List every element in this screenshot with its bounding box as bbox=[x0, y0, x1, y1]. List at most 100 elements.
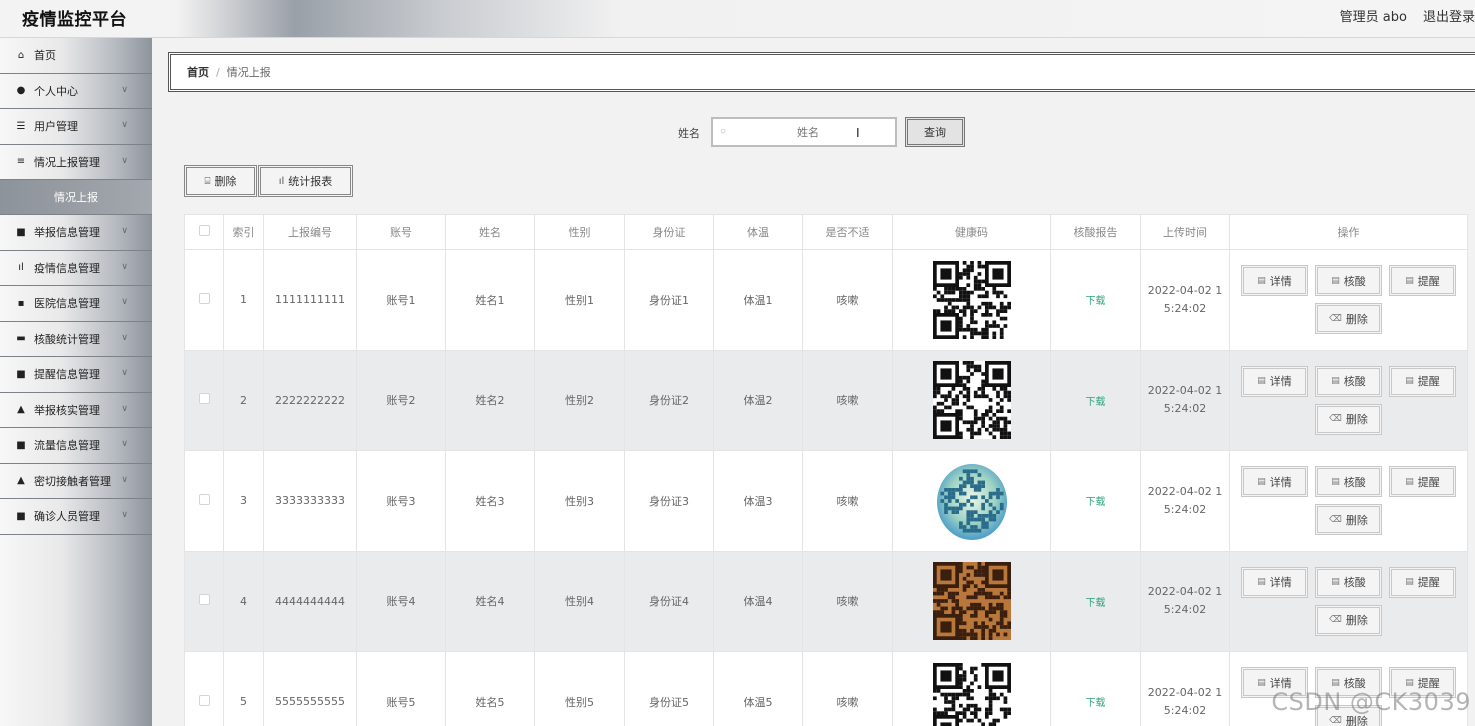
upload-time-cell: 2022-04-02 1 5:24:02 bbox=[1140, 349, 1230, 451]
sidebar-subitem-active[interactable]: 情况上报 bbox=[0, 180, 152, 215]
search-input[interactable] bbox=[733, 123, 883, 141]
chevron-down-icon: ∨ bbox=[121, 155, 128, 166]
row-checkbox[interactable] bbox=[198, 493, 210, 505]
column-header: 体温 bbox=[713, 214, 803, 250]
current-user[interactable]: 管理员 abo bbox=[1340, 10, 1407, 25]
nucleic-button[interactable]: ▤ 核酸 bbox=[1315, 265, 1382, 297]
sidebar-item[interactable]: ● 个人中心 ∨ bbox=[0, 74, 152, 109]
home-icon: ⌂ bbox=[17, 49, 25, 61]
column-header: 姓名 bbox=[445, 214, 535, 250]
remind-button-label: 提醒 bbox=[1417, 576, 1440, 590]
top-right-menu: 管理员 abo 退出登录 bbox=[1324, 6, 1475, 25]
row-checkbox[interactable] bbox=[198, 694, 210, 706]
detail-button[interactable]: ▤ 详情 bbox=[1241, 566, 1308, 598]
doc-icon: ▤ bbox=[1331, 677, 1340, 688]
chevron-down-icon: ∨ bbox=[121, 368, 128, 378]
row-checkbox[interactable] bbox=[198, 594, 210, 606]
header-select-all[interactable] bbox=[184, 214, 224, 250]
sidebar-item[interactable]: ■ 提醒信息管理 ∨ bbox=[0, 357, 152, 393]
sidebar-item[interactable]: ▪ 医院信息管理 ∨ bbox=[0, 286, 152, 322]
breadcrumb-home[interactable]: 首页 bbox=[187, 64, 209, 80]
breadcrumb-separator: / bbox=[216, 65, 220, 79]
logout-link[interactable]: 退出登录 bbox=[1423, 10, 1475, 25]
chevron-down-icon: ∨ bbox=[121, 84, 128, 95]
report-table: 索引 上报编号 账号 姓名 性别 身份证 体温 是否不适 健康码 核酸报告 上传时间 操作 1 1111… bbox=[184, 214, 1468, 726]
remind-button[interactable]: ▤ 提醒 bbox=[1389, 466, 1456, 498]
nucleic-report-cell: 下载 bbox=[1050, 651, 1141, 726]
sidebar-item-label: 提醒信息管理 bbox=[34, 368, 100, 382]
row-delete-button-label: 删除 bbox=[1345, 312, 1368, 326]
detail-button[interactable]: ▤ 详情 bbox=[1241, 365, 1308, 397]
sidebar-item-label: 密切接触者管理 bbox=[34, 474, 111, 488]
health-qr-code-image[interactable] bbox=[893, 562, 1050, 641]
sidebar-item[interactable]: ıl 疫情信息管理 ∨ bbox=[0, 251, 152, 286]
row-select-cell bbox=[184, 450, 224, 552]
delete-button[interactable]: ⌸ 删除 bbox=[184, 165, 257, 197]
download-link[interactable]: 下载 bbox=[1086, 598, 1106, 609]
sidebar-item[interactable]: ⌂ 首页 bbox=[0, 38, 152, 74]
health-qr-code-image[interactable] bbox=[893, 260, 1050, 339]
row-delete-button[interactable]: ⌫ 删除 bbox=[1315, 303, 1382, 335]
sidebar-item[interactable]: ▲ 密切接触者管理 ∨ bbox=[0, 464, 152, 499]
nucleic-button[interactable]: ▤ 核酸 bbox=[1315, 466, 1382, 498]
column-header: 性别 bbox=[534, 214, 625, 250]
top-bar: 疫情监控平台 管理员 abo 退出登录 bbox=[0, 0, 1475, 38]
row-delete-button[interactable]: ⌫ 删除 bbox=[1315, 604, 1382, 636]
sidebar-item[interactable]: ▬ 核酸统计管理 ∨ bbox=[0, 322, 152, 357]
text-cursor-icon: I bbox=[856, 125, 860, 140]
nucleic-button-label: 核酸 bbox=[1343, 576, 1366, 590]
chevron-down-icon: ∨ bbox=[121, 474, 128, 485]
upload-time-line1: 2022-04-02 1 bbox=[1147, 685, 1223, 699]
sidebar-item[interactable]: ▲ 举报核实管理 ∨ bbox=[0, 393, 152, 428]
id-card-cell: 身份证3 bbox=[624, 450, 714, 552]
doc-icon: ▤ bbox=[1405, 376, 1414, 387]
sidebar-item[interactable]: ☰ 用户管理 ∨ bbox=[0, 109, 152, 145]
app-title: 疫情监控平台 bbox=[22, 10, 127, 30]
user-icon: ● bbox=[16, 85, 26, 97]
query-button[interactable]: 查询 bbox=[905, 117, 965, 147]
gender-cell: 性别2 bbox=[534, 349, 625, 451]
trash-icon: ⌫ bbox=[1329, 313, 1342, 324]
health-qr-code-image[interactable] bbox=[893, 462, 1050, 540]
stats-report-button[interactable]: ıl 统计报表 bbox=[258, 165, 353, 197]
nucleic-button[interactable]: ▤ 核酸 bbox=[1315, 365, 1382, 397]
sidebar-item-label: 用户管理 bbox=[34, 120, 78, 134]
sidebar-item[interactable]: ■ 举报信息管理 ∨ bbox=[0, 215, 152, 251]
health-code-cell bbox=[892, 550, 1051, 652]
detail-button[interactable]: ▤ 详情 bbox=[1241, 466, 1308, 498]
column-header: 账号 bbox=[356, 214, 446, 250]
nucleic-report-cell: 下载 bbox=[1050, 249, 1141, 351]
sidebar-item[interactable]: ≡ 情况上报管理 ∨ bbox=[0, 145, 152, 180]
temperature-cell: 体温5 bbox=[713, 651, 803, 726]
remind-button[interactable]: ▤ 提醒 bbox=[1389, 265, 1456, 297]
search-box[interactable]: ○ I bbox=[711, 117, 897, 147]
select-all-checkbox[interactable] bbox=[198, 225, 210, 236]
upload-time-line1: 2022-04-02 1 bbox=[1147, 283, 1223, 297]
doc-icon: ▤ bbox=[1331, 376, 1340, 387]
remind-button[interactable]: ▤ 提醒 bbox=[1389, 566, 1456, 598]
nucleic-button[interactable]: ▤ 核酸 bbox=[1315, 566, 1382, 598]
health-qr-code-image[interactable] bbox=[893, 361, 1050, 440]
download-link[interactable]: 下载 bbox=[1086, 698, 1106, 709]
detail-button[interactable]: ▤ 详情 bbox=[1241, 265, 1308, 297]
row-delete-button[interactable]: ⌫ 删除 bbox=[1315, 504, 1382, 536]
chevron-down-icon: ∨ bbox=[121, 332, 128, 343]
sidebar-item[interactable]: ■ 流量信息管理 ∨ bbox=[0, 428, 152, 464]
operations-group: ▤ 详情 ▤ 核酸 ▤ 提醒 ⌫ 删除 bbox=[1230, 265, 1467, 335]
gender-cell: 性别1 bbox=[534, 249, 625, 351]
download-link[interactable]: 下载 bbox=[1086, 296, 1106, 307]
sidebar-item-label: 情况上报管理 bbox=[34, 155, 100, 169]
health-qr-code-image[interactable] bbox=[893, 662, 1050, 726]
download-link[interactable]: 下载 bbox=[1086, 397, 1106, 408]
download-link[interactable]: 下载 bbox=[1086, 497, 1106, 508]
doc-icon: ▤ bbox=[1405, 275, 1414, 286]
remind-button[interactable]: ▤ 提醒 bbox=[1389, 365, 1456, 397]
account-cell: 账号3 bbox=[356, 450, 446, 552]
row-checkbox[interactable] bbox=[198, 292, 210, 304]
row-checkbox[interactable] bbox=[198, 393, 210, 405]
row-delete-button[interactable]: ⌫ 删除 bbox=[1315, 403, 1382, 435]
report-code: 3333333333 bbox=[263, 450, 357, 552]
stats-report-button-label: 统计报表 bbox=[288, 175, 333, 188]
sidebar-item[interactable]: ■ 确诊人员管理 ∨ bbox=[0, 499, 152, 535]
unwell-cell: 咳嗽 bbox=[802, 550, 893, 652]
